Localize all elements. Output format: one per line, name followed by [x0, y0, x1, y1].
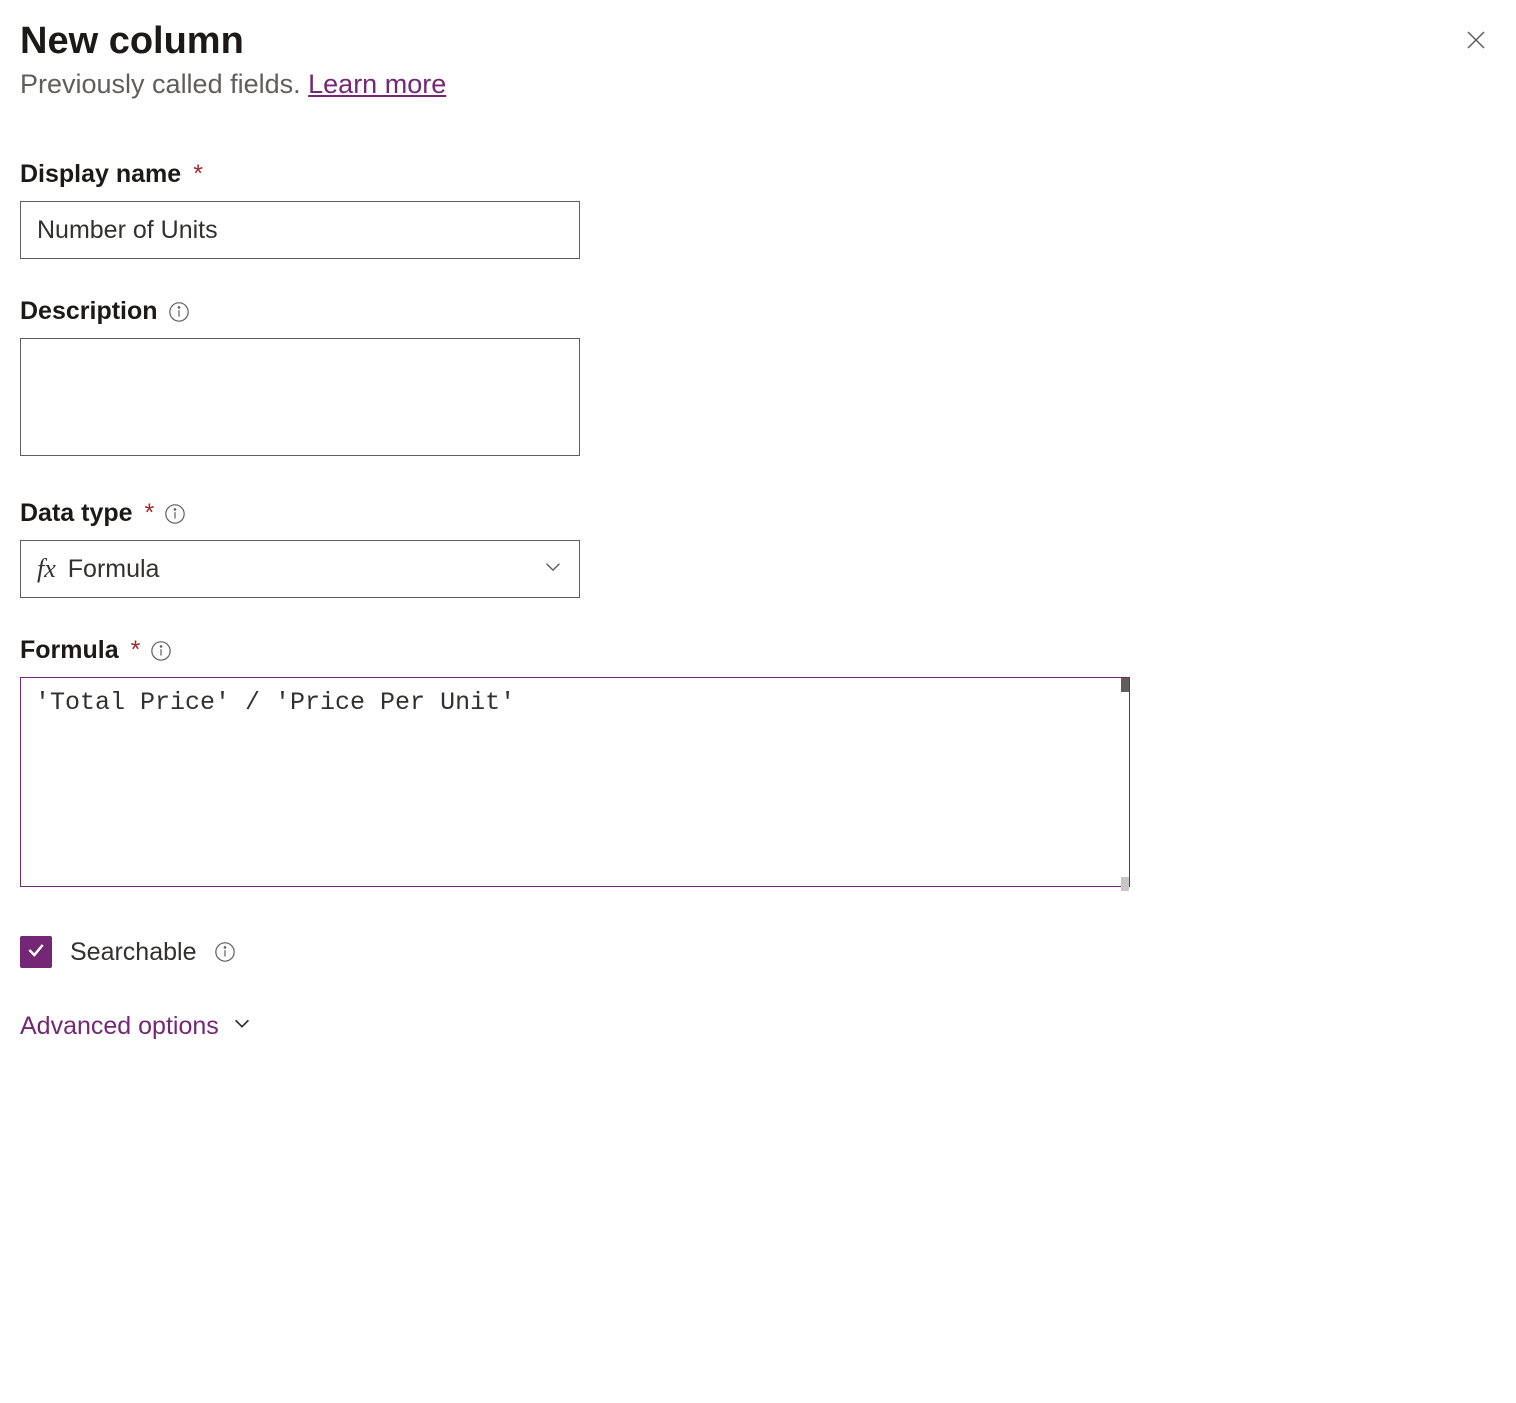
data-type-value: Formula [68, 555, 160, 584]
advanced-options-label: Advanced options [20, 1012, 219, 1041]
required-indicator: * [145, 499, 155, 528]
info-icon[interactable] [214, 941, 236, 963]
display-name-input[interactable] [20, 201, 580, 259]
formula-input[interactable] [20, 677, 1130, 887]
scrollbar-thumb[interactable] [1121, 678, 1129, 692]
close-button[interactable] [1456, 20, 1496, 63]
data-type-label: Data type * [20, 499, 1496, 528]
check-icon [26, 940, 46, 965]
required-indicator: * [131, 636, 141, 665]
display-name-label-text: Display name [20, 160, 181, 189]
searchable-label: Searchable [70, 938, 196, 967]
description-label: Description [20, 297, 1496, 326]
required-indicator: * [193, 160, 203, 189]
data-type-select[interactable]: fx Formula [20, 540, 580, 598]
data-type-label-text: Data type [20, 499, 133, 528]
formula-label-text: Formula [20, 636, 119, 665]
close-icon [1464, 28, 1488, 55]
learn-more-link[interactable]: Learn more [308, 69, 446, 99]
description-label-text: Description [20, 297, 158, 326]
description-input[interactable] [20, 338, 580, 456]
panel-title: New column [20, 20, 244, 63]
info-icon[interactable] [164, 503, 186, 525]
chevron-down-icon [231, 1012, 253, 1041]
advanced-options-toggle[interactable]: Advanced options [20, 1012, 253, 1041]
info-icon[interactable] [150, 640, 172, 662]
info-icon[interactable] [168, 301, 190, 323]
panel-subtitle: Previously called fields. Learn more [20, 69, 1496, 100]
scrollbar-track [1121, 877, 1129, 891]
subtitle-text: Previously called fields. [20, 69, 308, 99]
searchable-checkbox[interactable] [20, 936, 52, 968]
display-name-label: Display name * [20, 160, 1496, 189]
fx-icon: fx [37, 554, 56, 584]
formula-label: Formula * [20, 636, 1496, 665]
